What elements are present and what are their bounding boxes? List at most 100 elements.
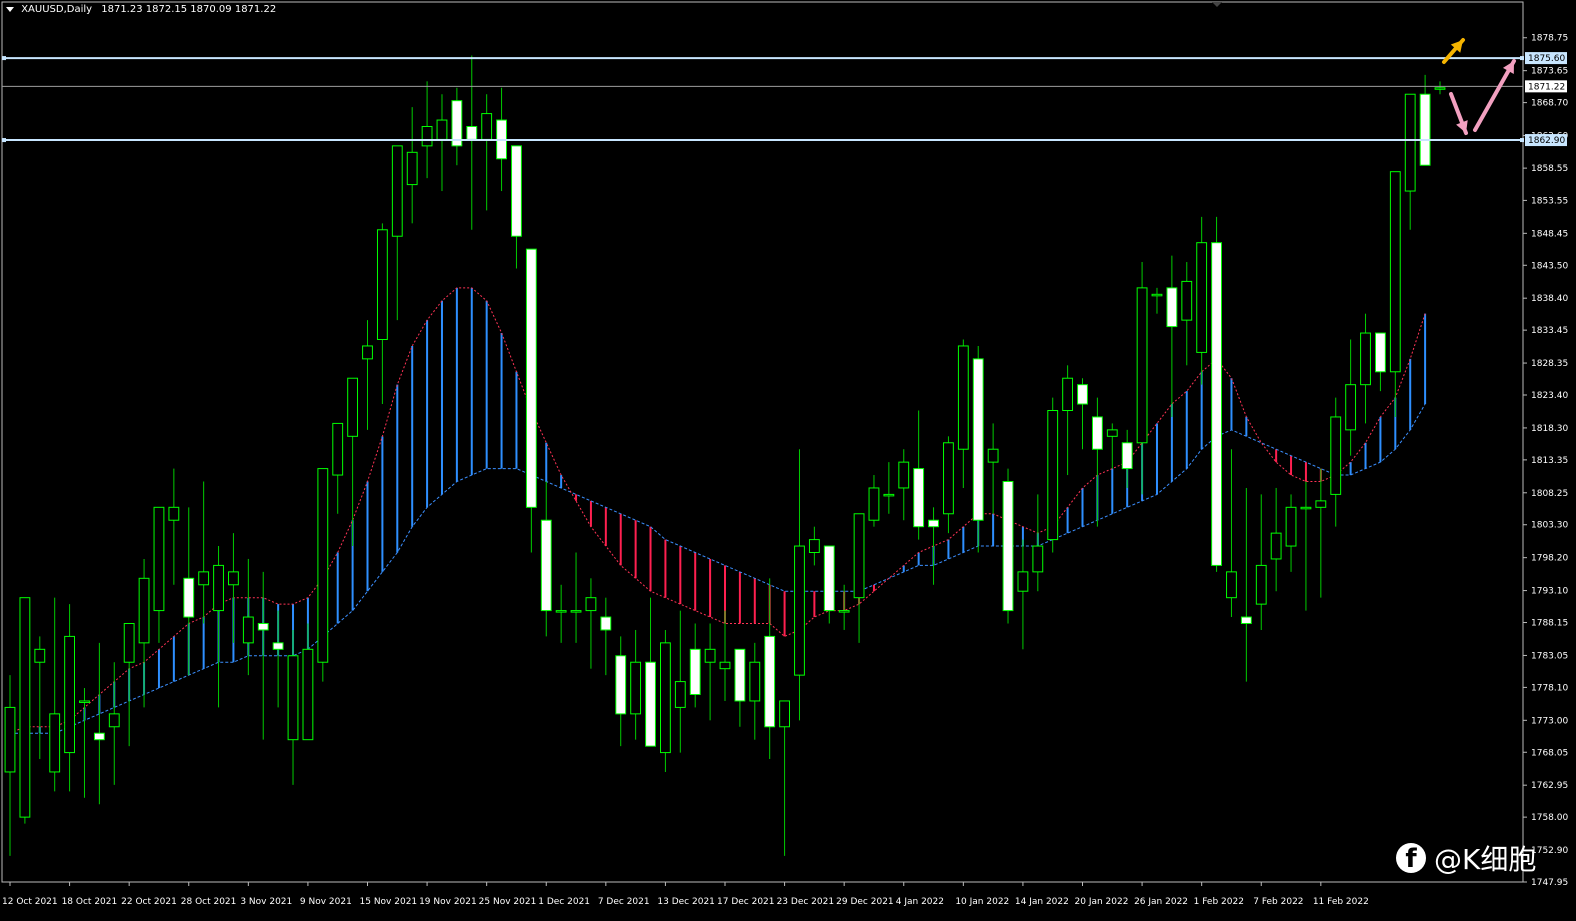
candle-body[interactable]	[704, 648, 716, 663]
candle-body[interactable]	[1047, 409, 1059, 541]
line-handle-left[interactable]	[2, 56, 6, 61]
candle-body[interactable]	[1404, 93, 1416, 192]
candle-body[interactable]	[1255, 564, 1267, 605]
candle-body[interactable]	[1166, 287, 1178, 328]
candle-body[interactable]	[764, 635, 776, 728]
candle-body[interactable]	[1315, 500, 1327, 508]
candle-body[interactable]	[436, 119, 448, 140]
candle-body[interactable]	[1151, 293, 1163, 297]
candle-body[interactable]	[1240, 616, 1252, 624]
candle-body[interactable]	[555, 610, 567, 613]
candle-body[interactable]	[689, 648, 701, 695]
candle-body[interactable]	[615, 655, 627, 715]
line-handle-left[interactable]	[2, 138, 6, 143]
candle-body[interactable]	[183, 577, 195, 618]
candle-body[interactable]	[481, 113, 493, 140]
candle-body[interactable]	[794, 545, 805, 676]
candle-body[interactable]	[928, 519, 939, 528]
candle-body[interactable]	[1389, 171, 1401, 373]
candle-body[interactable]	[1270, 532, 1282, 560]
candle-body[interactable]	[868, 487, 880, 521]
candle-body[interactable]	[674, 681, 686, 708]
candle-body[interactable]	[898, 461, 910, 489]
candle-body[interactable]	[198, 571, 210, 586]
candle-body[interactable]	[347, 377, 359, 437]
candle-body[interactable]	[1121, 442, 1133, 470]
candle-body[interactable]	[421, 125, 433, 147]
candle-body[interactable]	[943, 442, 954, 515]
candle-body[interactable]	[376, 229, 388, 340]
candle-body[interactable]	[1077, 384, 1088, 405]
candle-body[interactable]	[1434, 87, 1446, 90]
candle-body[interactable]	[1062, 377, 1074, 411]
candle-body[interactable]	[1300, 506, 1312, 510]
candle-body[interactable]	[64, 635, 75, 754]
candle-body[interactable]	[570, 610, 582, 613]
candle-body[interactable]	[719, 661, 731, 670]
candle-body[interactable]	[287, 655, 299, 741]
candle-body[interactable]	[749, 661, 761, 702]
candle-body[interactable]	[1226, 571, 1237, 599]
candle-body[interactable]	[1211, 242, 1222, 566]
candle-body[interactable]	[242, 616, 254, 644]
candle-body[interactable]	[257, 622, 269, 631]
candle-body[interactable]	[138, 577, 150, 644]
candle-body[interactable]	[660, 642, 671, 754]
candle-body[interactable]	[1106, 429, 1118, 437]
candle-body[interactable]	[1285, 506, 1297, 547]
candle-body[interactable]	[957, 345, 969, 450]
candle-body[interactable]	[4, 706, 16, 773]
candle-body[interactable]	[838, 610, 850, 613]
candle-body[interactable]	[1375, 332, 1386, 373]
candle-body[interactable]	[49, 713, 61, 773]
candle-body[interactable]	[332, 422, 344, 476]
candle-body[interactable]	[406, 151, 418, 186]
candle-body[interactable]	[168, 506, 180, 521]
candle-body[interactable]	[1345, 384, 1357, 431]
candle-body[interactable]	[1196, 242, 1208, 353]
candle-body[interactable]	[1419, 93, 1431, 166]
candle-body[interactable]	[19, 597, 31, 818]
candle-body[interactable]	[108, 713, 120, 728]
collapse-triangle-icon[interactable]	[6, 6, 14, 12]
candle-body[interactable]	[525, 248, 537, 508]
chart-canvas[interactable]: 1878.751873.651868.701863.601858.551853.…	[0, 0, 1576, 917]
candle-body[interactable]	[153, 506, 165, 612]
line-handle-right[interactable]	[1520, 56, 1524, 61]
candle-body[interactable]	[1136, 287, 1148, 444]
candle-body[interactable]	[1091, 416, 1103, 450]
candle-body[interactable]	[93, 732, 105, 741]
candle-body[interactable]	[734, 648, 746, 702]
candle-body[interactable]	[1181, 280, 1193, 321]
candle-body[interactable]	[272, 642, 284, 650]
candle-body[interactable]	[1032, 545, 1044, 573]
candle-body[interactable]	[213, 564, 224, 612]
candle-body[interactable]	[600, 616, 612, 631]
candle-body[interactable]	[1002, 480, 1014, 612]
candle-body[interactable]	[630, 661, 642, 715]
candle-body[interactable]	[540, 519, 552, 612]
candle-body[interactable]	[853, 513, 865, 599]
candle-body[interactable]	[987, 448, 999, 463]
candle-body[interactable]	[585, 597, 597, 612]
candle-body[interactable]	[466, 125, 478, 140]
candle-body[interactable]	[317, 468, 329, 663]
candle-body[interactable]	[1330, 416, 1342, 495]
price-chart[interactable]: 1878.751873.651868.701863.601858.551853.…	[0, 0, 1576, 917]
candle-body[interactable]	[913, 468, 925, 528]
candle-body[interactable]	[1360, 332, 1371, 386]
candle-body[interactable]	[1017, 571, 1029, 592]
candle-body[interactable]	[228, 571, 239, 586]
candle-body[interactable]	[391, 145, 403, 237]
candle-body[interactable]	[123, 622, 135, 663]
candle-body[interactable]	[883, 493, 895, 497]
candle-body[interactable]	[972, 358, 984, 521]
candle-body[interactable]	[302, 648, 314, 741]
candle-body[interactable]	[823, 545, 835, 612]
candle-body[interactable]	[645, 661, 656, 747]
candle-body[interactable]	[779, 700, 790, 728]
candle-body[interactable]	[808, 539, 820, 553]
candle-body[interactable]	[34, 648, 46, 663]
line-handle-right[interactable]	[1520, 138, 1524, 143]
candle-body[interactable]	[511, 145, 522, 237]
